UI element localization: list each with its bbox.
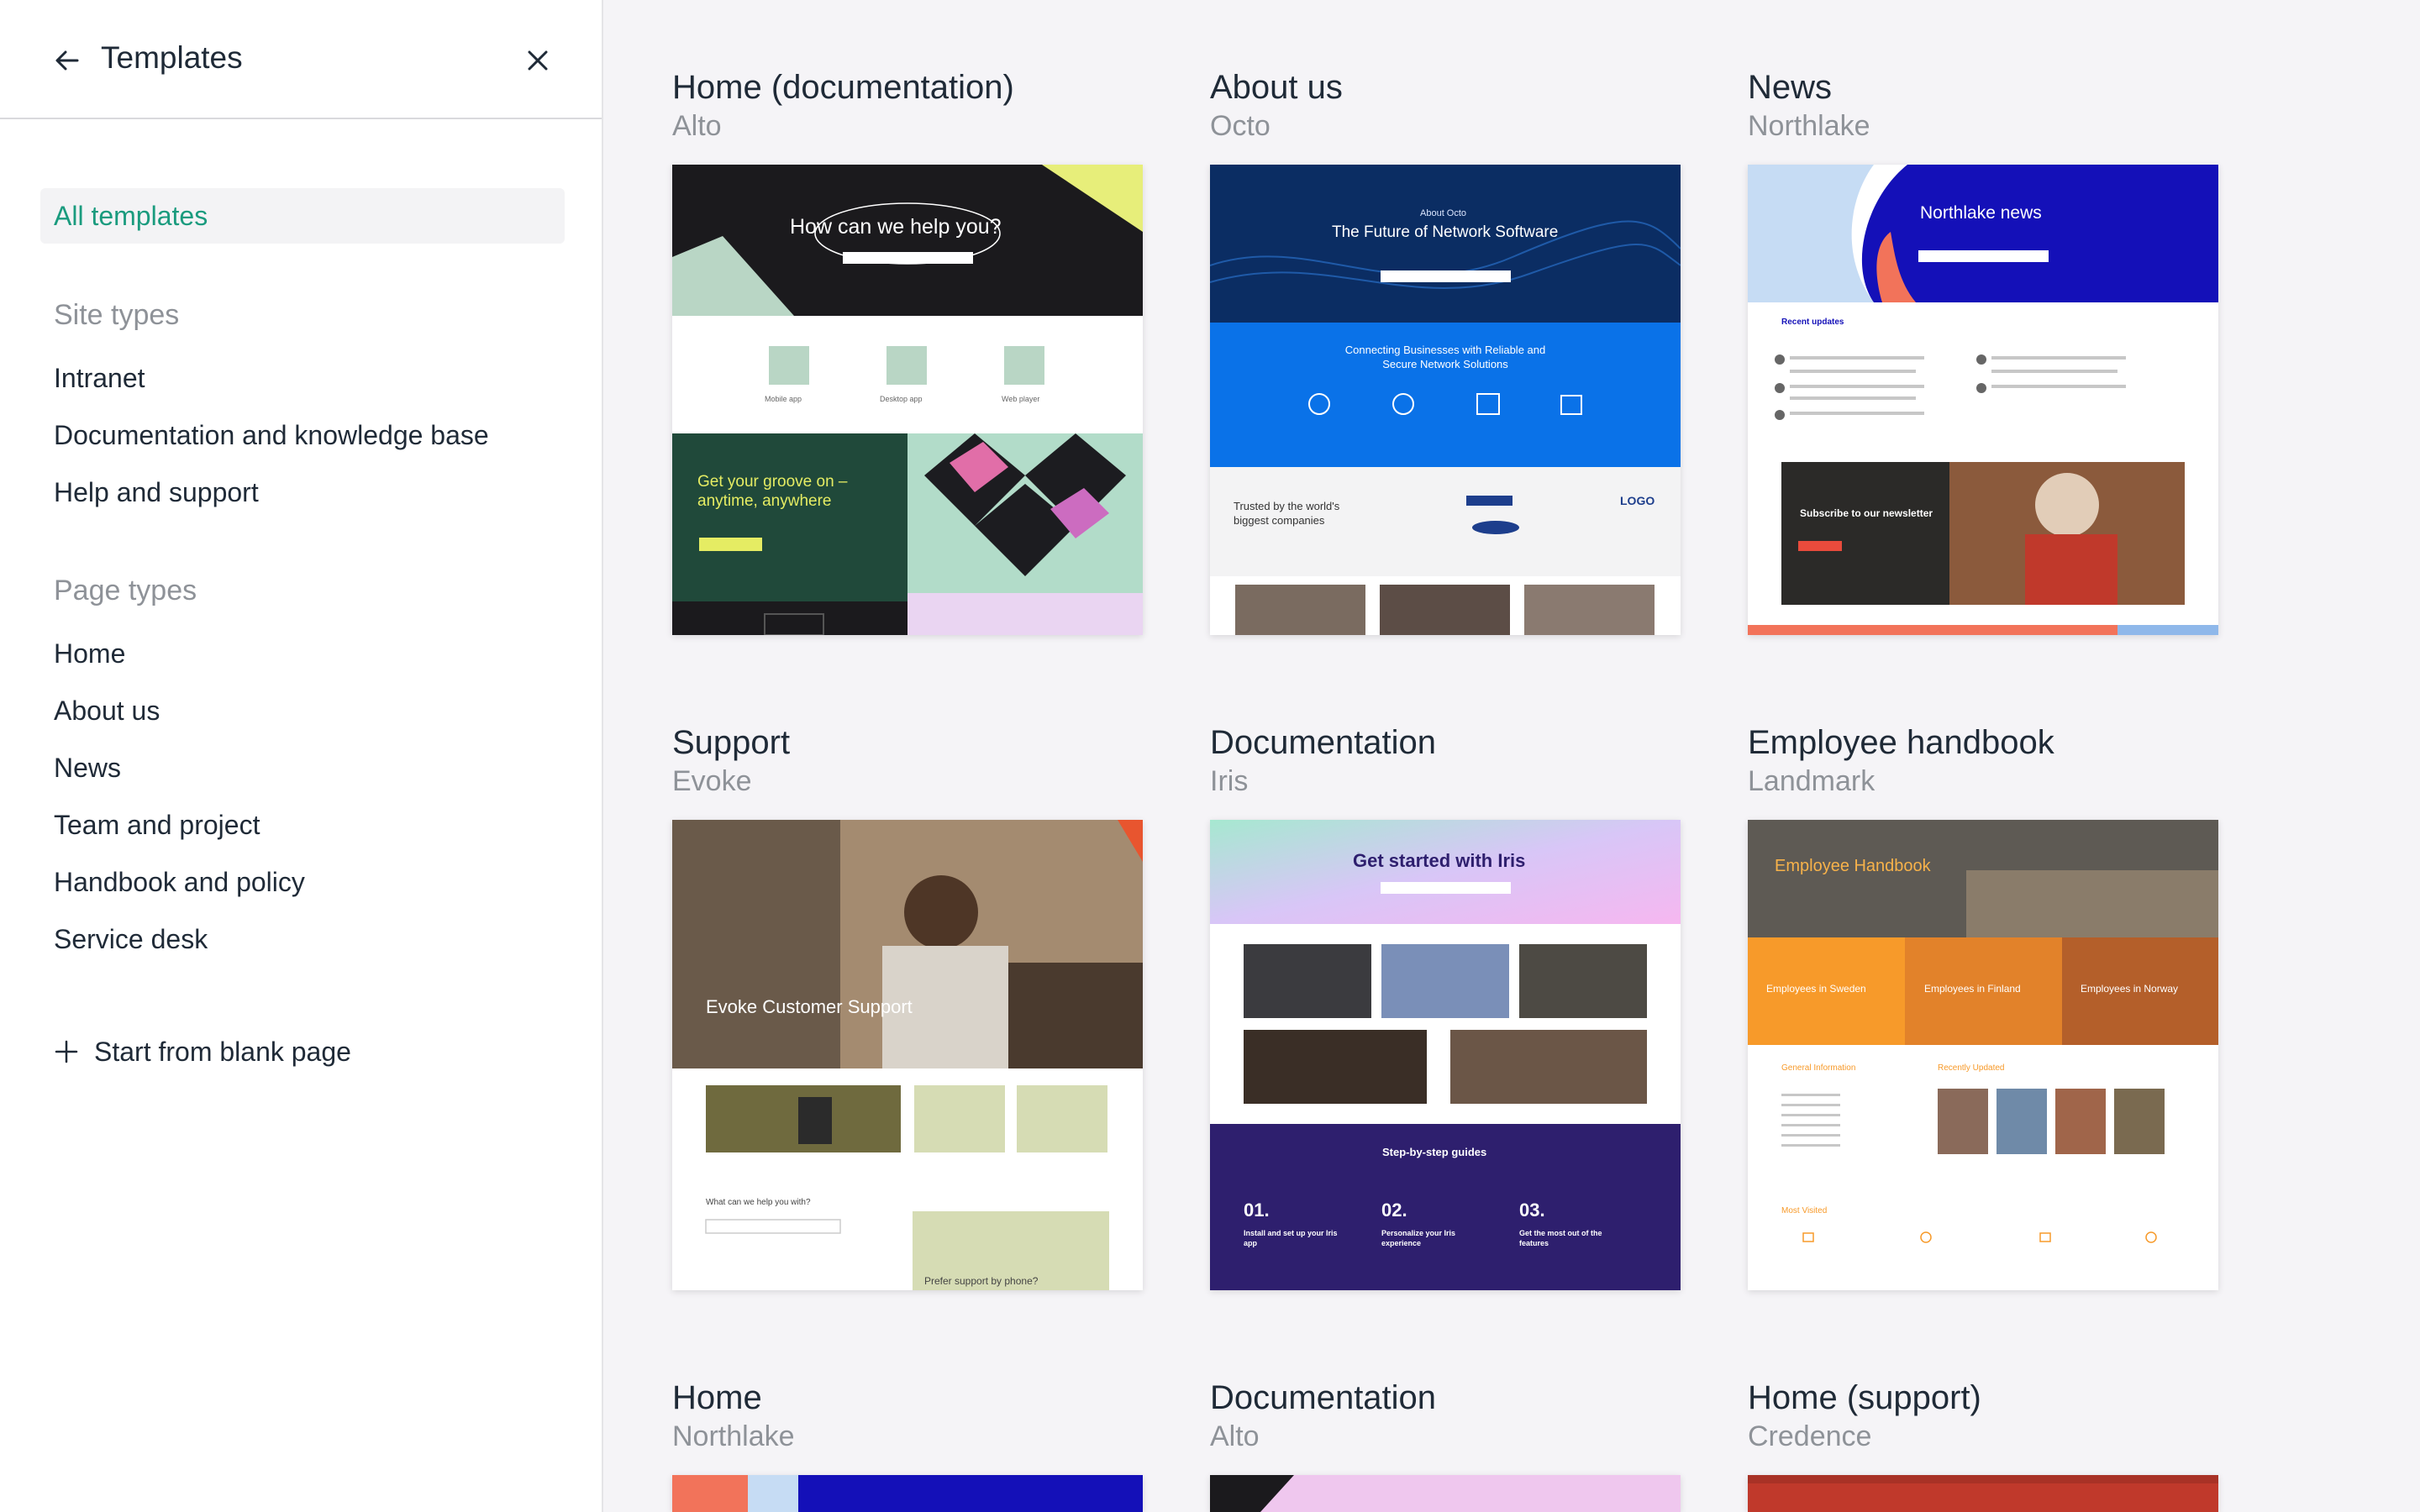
template-theme: Octo [1210,110,1270,142]
preview-country-label: Employees in Sweden [1766,983,1866,995]
preview-section-title: Recent updates [1781,318,1844,327]
filter-help-support[interactable]: Help and support [54,477,259,508]
iris-documentation-preview [1210,820,1681,1290]
template-theme: Alto [672,110,722,142]
arrow-left-icon[interactable] [50,44,84,77]
template-title: About us [1210,69,1343,106]
preview-tile-label: Mobile app [765,395,802,403]
template-title: Home (documentation) [672,69,1014,106]
template-theme: Landmark [1748,765,1876,797]
template-theme: Iris [1210,765,1249,797]
all-templates-filter[interactable]: All templates [40,188,565,244]
template-title: News [1748,69,1833,106]
preview-step-number: 01. [1244,1200,1270,1221]
preview-hero-text: How can we help you? [790,215,1002,239]
preview-logo: LOGO [1620,494,1655,507]
filter-team-project[interactable]: Team and project [54,810,260,841]
preview-phone-text: Prefer support by phone? [924,1275,1039,1287]
filter-home[interactable]: Home [54,638,125,669]
start-blank-page-label: Start from blank page [94,1036,351,1067]
template-preview [1748,1475,2218,1512]
template-title: Home [672,1379,762,1416]
template-card-news[interactable]: News Northlake Northlake news Recent upd… [1748,67,2218,655]
preview-step-label: Personalize your Iris experience [1381,1229,1456,1247]
template-preview [672,1475,1143,1512]
template-card-employee-handbook[interactable]: Employee handbook Landmark Employee Hand… [1748,722,2218,1310]
preview-country-label: Employees in Norway [2081,983,2179,995]
preview-step-label: Install and set up your Iris app [1244,1229,1338,1247]
template-preview: Evoke Customer Support What can we help … [672,820,1143,1290]
northlake-home-preview [672,1475,1143,1512]
template-theme: Northlake [672,1420,795,1452]
preview-guides-title: Step-by-step guides [1382,1146,1487,1158]
preview-tile-label: Web player [1002,395,1040,403]
template-title: Documentation [1210,724,1437,761]
template-title: Documentation [1210,1379,1437,1416]
template-preview: Northlake news Recent updates Subscribe … [1748,165,2218,635]
filter-handbook-policy[interactable]: Handbook and policy [54,867,305,898]
template-title: Home (support) [1748,1379,1981,1416]
preview-hero-text: Northlake news [1920,203,2042,223]
preview-section-label: Recently Updated [1938,1063,2005,1073]
preview-trusted-text: Trusted by the world's biggest companies [1234,500,1340,527]
preview-hero-text: The Future of Network Software [1332,223,1559,241]
template-card-documentation-iris[interactable]: Documentation Iris Get started with Iris… [1210,722,1681,1310]
filter-documentation-knowledge-base[interactable]: Documentation and knowledge base [54,420,489,451]
filter-service-desk[interactable]: Service desk [54,924,208,955]
sidebar-header: Templates [0,0,602,119]
preview-tile-label: Desktop app [880,395,923,403]
template-preview: Get started with Iris Step-by-step guide… [1210,820,1681,1290]
preview-section-label: Most Visited [1781,1206,1828,1215]
template-card-home-northlake[interactable]: Home Northlake [672,1378,1143,1512]
template-card-documentation-alto[interactable]: Documentation Alto [1210,1378,1681,1512]
preview-hero-text: Employee Handbook [1775,857,1931,875]
start-blank-page-button[interactable]: Start from blank page [54,1033,351,1070]
preview-hero-text: Evoke Customer Support [706,996,913,1017]
template-card-home-support-credence[interactable]: Home (support) Credence [1748,1378,2218,1512]
preview-newsletter-text: Subscribe to our newsletter [1800,507,1933,519]
template-title: Employee handbook [1748,724,2054,761]
template-preview: About Octo The Future of Network Softwar… [1210,165,1681,635]
credence-support-preview [1748,1475,2218,1512]
preview-section-label: General Information [1781,1063,1856,1073]
template-preview [1210,1475,1681,1512]
preview-step-number: 03. [1519,1200,1545,1221]
template-theme: Evoke [672,765,752,797]
evoke-support-preview [672,820,1143,1290]
northlake-news-preview [1748,165,2218,635]
filter-news[interactable]: News [54,753,121,784]
close-icon[interactable] [521,44,555,77]
alto-documentation-preview [1210,1475,1681,1512]
filter-about-us[interactable]: About us [54,696,160,727]
site-types-heading: Site types [54,299,180,331]
template-theme: Northlake [1748,110,1870,142]
preview-step-number: 02. [1381,1200,1407,1221]
template-card-support[interactable]: Support Evoke Evoke Customer Support Wha… [672,722,1143,1310]
page-types-heading: Page types [54,575,197,606]
preview-step-label: Get the most out of the features [1519,1229,1602,1247]
preview-eyebrow: About Octo [1420,208,1467,218]
template-title: Support [672,724,791,761]
landmark-handbook-preview [1748,820,2218,1290]
template-theme: Alto [1210,1420,1260,1452]
template-preview: How can we help you? Mobile app Desktop … [672,165,1143,635]
template-theme: Credence [1748,1420,1872,1452]
sidebar-title: Templates [101,40,243,75]
preview-promo-text: Get your groove on – anytime, anywhere [697,473,848,510]
template-preview: Employee Handbook Employees in Sweden Em… [1748,820,2218,1290]
plus-icon [55,1040,78,1063]
template-card-about-us[interactable]: About us Octo About Octo The Future of N… [1210,67,1681,655]
preview-band-text: Connecting Businesses with Reliable and … [1344,344,1546,370]
preview-hero-text: Get started with Iris [1353,850,1526,871]
filter-intranet[interactable]: Intranet [54,363,145,394]
preview-country-label: Employees in Finland [1924,983,2021,995]
templates-sidebar: Templates All templates Site types Intra… [0,0,603,1512]
preview-question-text: What can we help you with? [706,1198,811,1207]
template-card-home-documentation[interactable]: Home (documentation) Alto How can we hel… [672,67,1143,655]
